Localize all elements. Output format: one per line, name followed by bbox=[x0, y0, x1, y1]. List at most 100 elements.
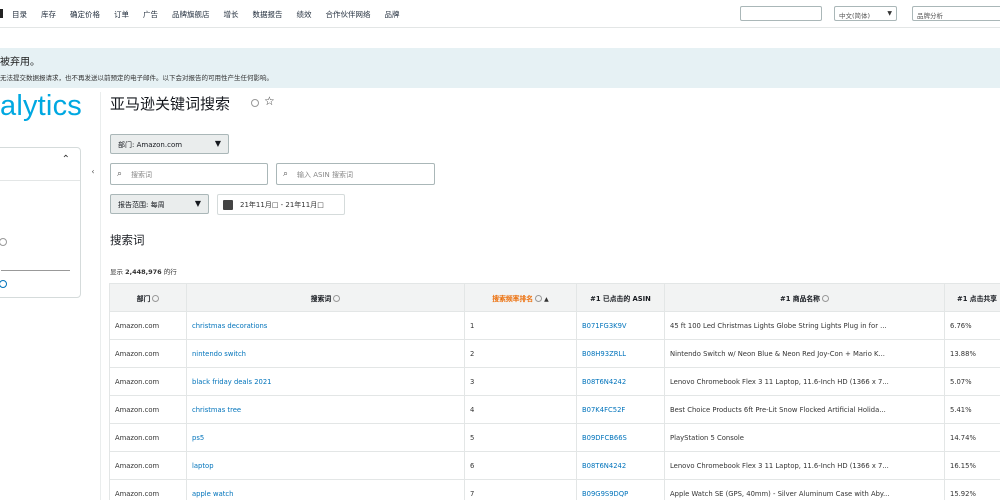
cell-product-title: 45 ft 100 Led Christmas Lights Globe Str… bbox=[664, 311, 945, 340]
caret-down-icon: ▼ bbox=[214, 139, 221, 148]
sort-ascending-icon[interactable]: ▲ bbox=[544, 296, 549, 303]
result-count-value: 2,448,976 bbox=[125, 268, 162, 276]
table-row: Amazon.com apple watch 7 B09G9S9DQP Appl… bbox=[109, 479, 1000, 500]
cell-product-title: Apple Watch SE (GPS, 40mm) - Silver Alum… bbox=[664, 479, 945, 500]
cell-department: Amazon.com bbox=[109, 339, 187, 368]
language-selector[interactable]: 中文(简体) ▼ bbox=[834, 6, 897, 21]
page-title: 亚马逊关键词搜索 bbox=[110, 95, 231, 113]
cell-department: Amazon.com bbox=[109, 395, 187, 424]
cell-click-share: 6.76% bbox=[944, 311, 1000, 340]
cell-product-title: Lenovo Chromebook Flex 3 11 Laptop, 11.6… bbox=[664, 367, 945, 396]
table-row: Amazon.com black friday deals 2021 3 B08… bbox=[109, 367, 1000, 396]
nav-item-orders[interactable]: 订单 bbox=[114, 9, 129, 20]
cell-search-term-link[interactable]: nintendo switch bbox=[186, 339, 465, 368]
cell-rank: 4 bbox=[464, 395, 577, 424]
table-row: Amazon.com christmas tree 4 B07K4FC52F B… bbox=[109, 395, 1000, 424]
language-label: 中文(简体) bbox=[839, 12, 871, 20]
info-icon[interactable] bbox=[251, 99, 259, 107]
banner-message: 无法提交数据报请求，也不再发送以前预定的电子邮件。以下会对报告的可用性产生任何影… bbox=[0, 74, 273, 82]
cell-asin-link[interactable]: B09DFCB66S bbox=[576, 423, 665, 452]
nav-item-performance[interactable]: 绩效 bbox=[297, 9, 312, 20]
top-navigation: 目录 库存 确定价格 订单 广告 品牌旗舰店 增长 数据报告 绩效 合作伙伴网络… bbox=[0, 0, 1000, 28]
nav-item-advertising[interactable]: 广告 bbox=[143, 9, 158, 20]
column-header-label: 部门 bbox=[136, 294, 151, 303]
panel-divider bbox=[100, 92, 101, 500]
nav-item-stores[interactable]: 品牌旗舰店 bbox=[172, 9, 210, 20]
menu-edge-icon[interactable] bbox=[0, 9, 3, 18]
cell-search-term-link[interactable]: ps5 bbox=[186, 423, 465, 452]
report-range-dropdown[interactable]: 报告范围: 每周 ▼ bbox=[110, 194, 209, 214]
cell-department: Amazon.com bbox=[109, 451, 187, 480]
nav-item-inventory[interactable]: 库存 bbox=[41, 9, 56, 20]
cell-asin-link[interactable]: B08T6N4242 bbox=[576, 451, 665, 480]
search-icon: ⌕ bbox=[283, 169, 289, 179]
cell-search-term-link[interactable]: christmas decorations bbox=[186, 311, 465, 340]
column-header-label: #1 商品名称 bbox=[780, 294, 820, 303]
info-icon[interactable] bbox=[333, 295, 341, 302]
column-header-search-term[interactable]: 搜索词 bbox=[186, 283, 465, 312]
cell-product-title: Best Choice Products 6ft Pre-Lit Snow Fl… bbox=[664, 395, 945, 424]
cell-click-share: 5.41% bbox=[944, 395, 1000, 424]
date-range-picker[interactable]: 21年11月□ - 21年11月□ bbox=[217, 194, 345, 215]
cell-asin-link[interactable]: B071FG3K9V bbox=[576, 311, 665, 340]
info-icon[interactable] bbox=[152, 295, 160, 302]
cell-department: Amazon.com bbox=[109, 367, 187, 396]
cell-search-term-link[interactable]: black friday deals 2021 bbox=[186, 367, 465, 396]
nav-item-brands[interactable]: 品牌 bbox=[385, 9, 400, 20]
search-icon: ⌕ bbox=[117, 169, 123, 179]
cell-department: Amazon.com bbox=[109, 311, 187, 340]
nav-item-partner-network[interactable]: 合作伙伴网络 bbox=[326, 9, 371, 20]
cell-asin-link[interactable]: B08T6N4242 bbox=[576, 367, 665, 396]
column-header-search-frequency-rank[interactable]: 搜索频率排名 ▲ bbox=[464, 283, 577, 312]
column-header-clicked-asin[interactable]: #1 已点击的 ASIN bbox=[576, 283, 665, 312]
cell-rank: 3 bbox=[464, 367, 577, 396]
asin-search-input[interactable]: ⌕ 输入 ASIN 搜索词 bbox=[276, 163, 435, 185]
top-utility-field[interactable] bbox=[740, 6, 822, 21]
top-search-input[interactable]: 品牌分析 bbox=[912, 6, 1000, 21]
table-header-row: 部门 搜索词 搜索频率排名 ▲ #1 已点击的 ASIN #1 商品名称 #1 点… bbox=[109, 283, 1000, 312]
column-header-product-title[interactable]: #1 商品名称 bbox=[664, 283, 945, 312]
result-count-prefix: 显示 bbox=[110, 268, 126, 276]
asin-search-placeholder: 输入 ASIN 搜索词 bbox=[297, 171, 353, 179]
nav-item-catalog[interactable]: 目录 bbox=[12, 9, 27, 20]
column-header-label: #1 点击共享 bbox=[957, 294, 997, 303]
nav-item-growth[interactable]: 增长 bbox=[224, 9, 239, 20]
column-header-label: #1 已点击的 ASIN bbox=[590, 294, 651, 303]
favorite-star-icon[interactable]: ☆ bbox=[264, 94, 275, 108]
section-title: 搜索词 bbox=[110, 233, 145, 247]
chevron-up-icon[interactable]: ⌃ bbox=[62, 154, 70, 165]
table-row: Amazon.com laptop 6 B08T6N4242 Lenovo Ch… bbox=[109, 451, 1000, 480]
nav-item-reports[interactable]: 数据报告 bbox=[253, 9, 283, 20]
cell-rank: 1 bbox=[464, 311, 577, 340]
nav-menu: 目录 库存 确定价格 订单 广告 品牌旗舰店 增长 数据报告 绩效 合作伙伴网络… bbox=[12, 9, 414, 20]
cell-product-title: PlayStation 5 Console bbox=[664, 423, 945, 452]
cell-search-term-link[interactable]: christmas tree bbox=[186, 395, 465, 424]
banner-heading: 被弃用。 bbox=[0, 57, 40, 68]
divider bbox=[1, 270, 70, 271]
side-navigation-panel: ⌃ bbox=[0, 147, 81, 298]
search-term-placeholder: 搜索词 bbox=[131, 171, 152, 179]
collapse-sidebar-button[interactable]: ‹ bbox=[88, 165, 98, 179]
cell-asin-link[interactable]: B09G9S9DQP bbox=[576, 479, 665, 500]
cell-search-term-link[interactable]: apple watch bbox=[186, 479, 465, 500]
info-icon[interactable] bbox=[0, 280, 7, 288]
cell-asin-link[interactable]: B07K4FC52F bbox=[576, 395, 665, 424]
cell-asin-link[interactable]: B08H93ZRLL bbox=[576, 339, 665, 368]
column-header-department[interactable]: 部门 bbox=[109, 283, 187, 312]
cell-rank: 6 bbox=[464, 451, 577, 480]
cell-click-share: 14.74% bbox=[944, 423, 1000, 452]
cell-product-title: Lenovo Chromebook Flex 3 11 Laptop, 11.6… bbox=[664, 451, 945, 480]
cell-rank: 2 bbox=[464, 339, 577, 368]
cell-department: Amazon.com bbox=[109, 423, 187, 452]
info-icon[interactable] bbox=[0, 238, 7, 246]
date-range-value: 21年11月□ - 21年11月□ bbox=[240, 201, 324, 209]
search-term-input[interactable]: ⌕ 搜索词 bbox=[110, 163, 268, 185]
brand-analytics-logo: alytics bbox=[0, 90, 82, 122]
cell-search-term-link[interactable]: laptop bbox=[186, 451, 465, 480]
info-icon[interactable] bbox=[535, 295, 543, 302]
info-icon[interactable] bbox=[821, 295, 829, 302]
department-dropdown[interactable]: 部门: Amazon.com ▼ bbox=[110, 134, 229, 154]
cell-rank: 7 bbox=[464, 479, 577, 500]
column-header-click-share[interactable]: #1 点击共享 bbox=[944, 283, 1000, 312]
nav-item-pricing[interactable]: 确定价格 bbox=[70, 9, 100, 20]
